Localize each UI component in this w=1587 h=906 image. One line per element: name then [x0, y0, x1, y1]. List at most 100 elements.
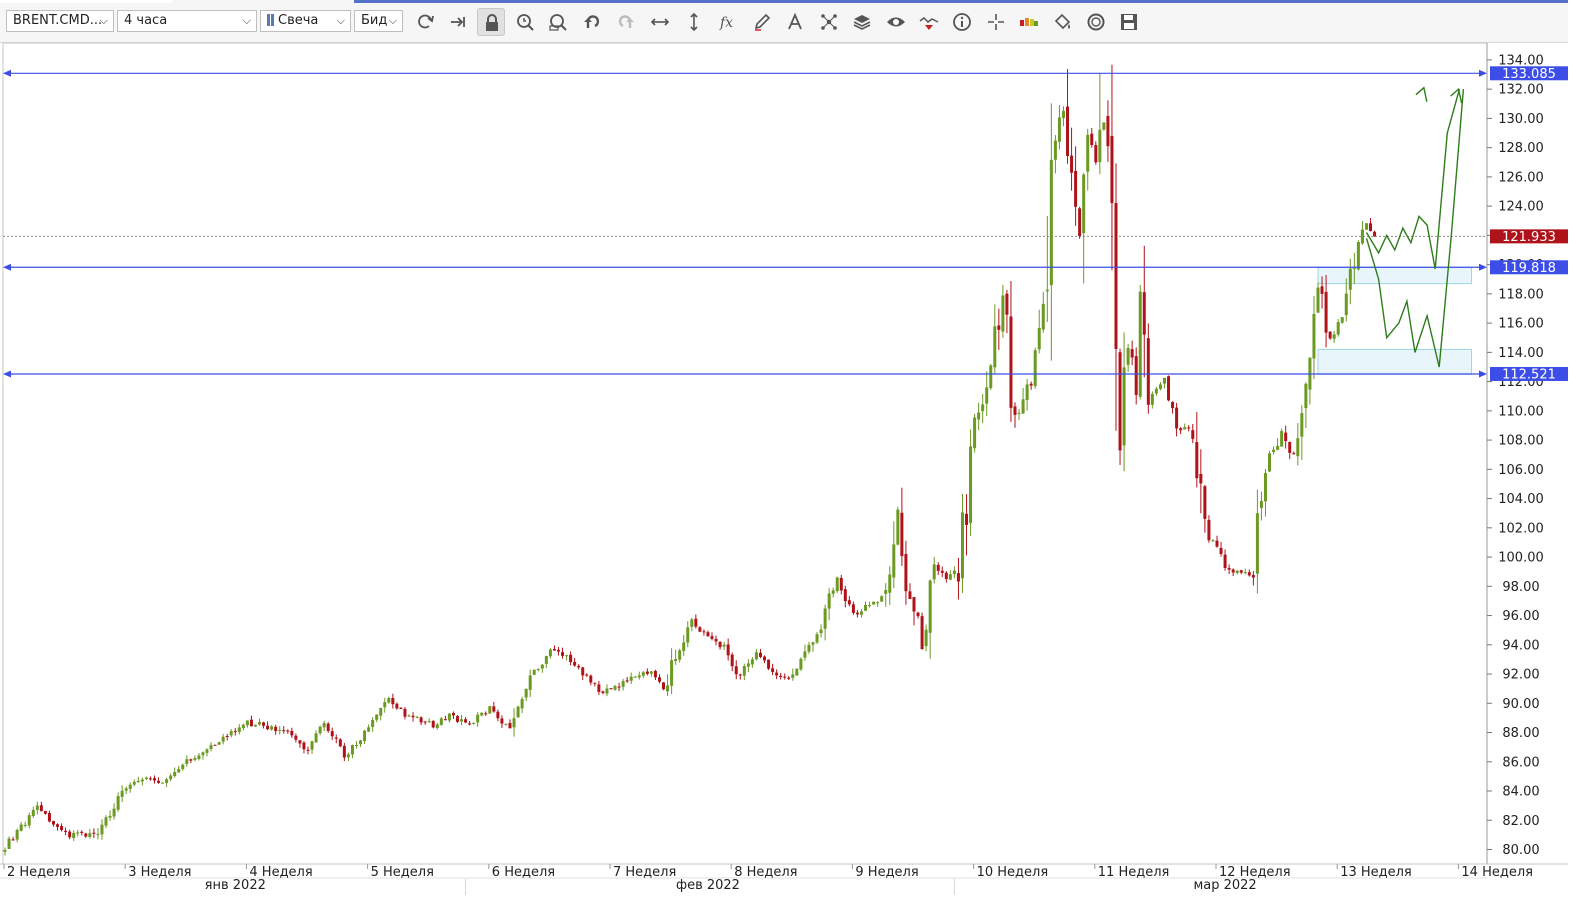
- candle-body: [754, 652, 758, 660]
- candle-body: [1017, 413, 1021, 415]
- candle-body: [144, 777, 148, 779]
- candle-body: [116, 796, 120, 810]
- week-label: 3 Неделя: [128, 865, 191, 880]
- candle-body: [1268, 453, 1272, 472]
- candle-body: [439, 718, 443, 725]
- candle: [920, 612, 924, 650]
- candle-body: [904, 553, 908, 592]
- candle-body: [613, 686, 617, 690]
- candle-body: [1167, 376, 1171, 401]
- candle-body: [7, 838, 11, 849]
- candle-body: [1235, 570, 1239, 573]
- candle-body: [1352, 267, 1356, 269]
- candle-body: [738, 674, 742, 676]
- candle-body: [19, 824, 23, 831]
- candle-body: [342, 745, 346, 758]
- candle-body: [948, 574, 952, 580]
- price-tick-label: 102.00: [1498, 521, 1544, 536]
- candle-body: [383, 702, 387, 708]
- candle-body: [108, 816, 112, 818]
- candle-body: [1247, 572, 1251, 576]
- support-zone: [1317, 348, 1473, 375]
- candle-body: [1005, 293, 1009, 315]
- candle-body: [807, 644, 811, 652]
- price-tick-label: 118.00: [1498, 287, 1544, 302]
- candle-body: [60, 826, 64, 831]
- candle-body: [56, 824, 60, 827]
- candle-body: [1263, 472, 1267, 502]
- candle: [1364, 223, 1368, 230]
- candle-body: [367, 727, 371, 732]
- candle-body: [621, 681, 625, 687]
- candle-body: [1373, 231, 1377, 237]
- candle-body: [653, 670, 657, 678]
- candle-body: [128, 784, 132, 789]
- candle-body: [1179, 428, 1183, 431]
- candle-body: [977, 412, 981, 420]
- candle-body: [569, 654, 573, 663]
- candle-body: [686, 627, 690, 643]
- candle-body: [1312, 313, 1316, 359]
- price-tick-label: 98.00: [1502, 580, 1539, 595]
- candle: [767, 659, 771, 671]
- candle-body: [625, 680, 629, 682]
- candle-body: [1029, 383, 1033, 386]
- candle-body: [839, 577, 843, 591]
- candle-body: [827, 593, 831, 609]
- candle-body: [763, 656, 767, 661]
- price-tick-label: 108.00: [1498, 434, 1544, 449]
- plot-area: [2, 42, 1488, 865]
- candle-body: [1219, 547, 1223, 554]
- candle-body: [371, 720, 375, 727]
- candle-body: [843, 589, 847, 602]
- candle-body: [334, 737, 338, 739]
- candle-body: [981, 404, 985, 412]
- candle-body: [1187, 427, 1191, 429]
- candle-body: [136, 780, 140, 783]
- price-tick-label: 94.00: [1502, 638, 1539, 653]
- candle-body: [363, 730, 367, 742]
- candle-body: [112, 808, 116, 817]
- candle-body: [1348, 268, 1352, 290]
- candle-body: [767, 659, 771, 669]
- candle-body: [427, 721, 431, 723]
- candle-body: [500, 718, 504, 724]
- candle-body: [548, 649, 552, 657]
- candle-body: [354, 744, 358, 746]
- candle: [488, 705, 492, 714]
- candle-body: [1098, 129, 1102, 163]
- candle-body: [674, 659, 678, 662]
- candle-body: [1203, 486, 1207, 519]
- candle-body: [245, 720, 249, 726]
- candle-body: [504, 723, 508, 725]
- candle: [1280, 428, 1284, 447]
- candle-body: [124, 788, 128, 791]
- candle-body: [1025, 384, 1029, 400]
- candle-body: [714, 638, 718, 642]
- candle-body: [1001, 295, 1005, 332]
- candle-body: [1332, 334, 1336, 339]
- candle: [1356, 240, 1360, 271]
- candle-body: [758, 652, 762, 657]
- candle-body: [205, 749, 209, 753]
- candle-body: [900, 512, 904, 557]
- candle-body: [1033, 350, 1037, 387]
- candle-body: [47, 812, 51, 822]
- price-chart[interactable]: 80.00 82.00 84.00 86.00 88.00 90.00 92.00 94.00…: [0, 0, 1568, 895]
- candle-body: [11, 839, 15, 841]
- last-price-marker: 121.933: [1490, 229, 1568, 245]
- candle-body: [573, 661, 577, 666]
- candle-body: [237, 727, 241, 733]
- candle-body: [1320, 286, 1324, 294]
- candle-body: [1328, 331, 1332, 339]
- candle-body: [326, 723, 330, 731]
- candle-body: [496, 711, 500, 719]
- price-tick-label: 86.00: [1502, 755, 1539, 770]
- candle: [1118, 348, 1122, 465]
- candle-body: [577, 665, 581, 668]
- candle-body: [1272, 449, 1276, 452]
- candle-body: [468, 723, 472, 725]
- candle-body: [84, 833, 88, 837]
- candle-body: [310, 741, 314, 750]
- candle-body: [1146, 338, 1150, 405]
